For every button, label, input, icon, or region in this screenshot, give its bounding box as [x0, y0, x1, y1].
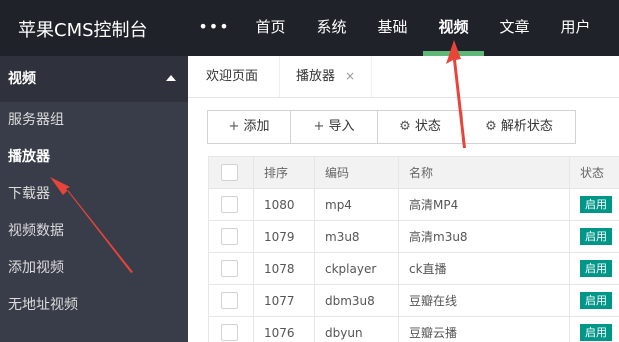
- cell-sort: 1080: [253, 188, 315, 221]
- cell-code: dbyun: [314, 316, 399, 342]
- gear-icon: ⚙: [485, 119, 497, 134]
- nav-basic[interactable]: 基础: [362, 0, 423, 56]
- cell-status: 启用: [569, 316, 619, 342]
- top-header: 苹果CMS控制台 ••• 首页 系统 基础 视频 文章 用户: [0, 0, 619, 56]
- tab-welcome[interactable]: 欢迎页面: [188, 56, 280, 97]
- table-row: 1078 ckplayer ck直播 启用: [208, 252, 619, 285]
- cell-sort: 1079: [253, 220, 315, 253]
- tab-player-label: 播放器: [296, 69, 336, 84]
- plus-icon: +: [228, 119, 240, 134]
- row-checkbox[interactable]: [221, 196, 238, 213]
- gear-icon: ⚙: [399, 119, 411, 134]
- add-button-label: 添加: [243, 119, 270, 134]
- cell-sort: 1076: [253, 316, 315, 342]
- select-all-checkbox-cell: [208, 156, 254, 189]
- more-icon[interactable]: •••: [188, 0, 240, 56]
- row-checkbox[interactable]: [221, 292, 238, 309]
- cell-code: dbm3u8: [314, 284, 399, 317]
- close-icon[interactable]: ×: [345, 69, 355, 83]
- status-badge[interactable]: 启用: [580, 260, 612, 277]
- sidebar-item-no-url-video[interactable]: 无地址视频: [0, 287, 188, 324]
- table-row: 1076 dbyun 豆瓣云播 启用: [208, 316, 619, 342]
- parse-status-button-label: 解析状态: [500, 119, 553, 134]
- row-checkbox[interactable]: [221, 228, 238, 245]
- status-badge[interactable]: 启用: [580, 196, 612, 213]
- status-badge[interactable]: 启用: [580, 292, 612, 309]
- status-button-label: 状态: [414, 119, 441, 134]
- plus-icon: +: [313, 119, 325, 134]
- cell-name: 高清m3u8: [398, 220, 570, 253]
- column-header-sort[interactable]: 排序: [253, 156, 315, 189]
- row-checkbox-cell: [208, 284, 254, 317]
- tab-bar: 欢迎页面 播放器 ×: [188, 56, 619, 98]
- sidebar-item-video-data[interactable]: 视频数据: [0, 213, 188, 250]
- cell-code: mp4: [314, 188, 399, 221]
- sidebar-section-label: 视频: [8, 71, 36, 87]
- sidebar-section-video[interactable]: 视频: [0, 56, 188, 102]
- status-badge[interactable]: 启用: [580, 324, 612, 341]
- tab-player[interactable]: 播放器 ×: [280, 56, 372, 97]
- status-badge[interactable]: 启用: [580, 228, 612, 245]
- row-checkbox-cell: [208, 188, 254, 221]
- status-button[interactable]: ⚙ 状态: [377, 110, 463, 144]
- row-checkbox-cell: [208, 316, 254, 342]
- player-table: 排序 编码 名称 状态 1080 mp4 高清MP4 启用 1079 m3u8 …: [208, 156, 619, 342]
- sidebar-item-add-video[interactable]: 添加视频: [0, 250, 188, 287]
- cell-status: 启用: [569, 220, 619, 253]
- nav-user[interactable]: 用户: [545, 0, 606, 56]
- cell-status: 启用: [569, 252, 619, 285]
- cell-name: 高清MP4: [398, 188, 570, 221]
- caret-up-icon: [166, 75, 176, 81]
- nav-system[interactable]: 系统: [301, 0, 362, 56]
- cell-status: 启用: [569, 284, 619, 317]
- column-header-status[interactable]: 状态: [569, 156, 619, 189]
- cell-code: m3u8: [314, 220, 399, 253]
- cell-sort: 1078: [253, 252, 315, 285]
- add-button[interactable]: + 添加: [207, 110, 291, 144]
- sidebar-item-player[interactable]: 播放器: [0, 139, 188, 176]
- table-row: 1080 mp4 高清MP4 启用: [208, 188, 619, 221]
- row-checkbox[interactable]: [221, 324, 238, 341]
- main-content: + 添加 + 导入 ⚙ 状态 ⚙ 解析状态 排序 编码 名称 状态 1080 mp4: [188, 98, 619, 342]
- cell-sort: 1077: [253, 284, 315, 317]
- cell-name: 豆瓣在线: [398, 284, 570, 317]
- cell-status: 启用: [569, 188, 619, 221]
- table-row: 1079 m3u8 高清m3u8 启用: [208, 220, 619, 253]
- column-header-code[interactable]: 编码: [314, 156, 399, 189]
- select-all-checkbox[interactable]: [221, 164, 238, 181]
- table-header-row: 排序 编码 名称 状态: [208, 156, 619, 189]
- nav-article[interactable]: 文章: [484, 0, 545, 56]
- row-checkbox[interactable]: [221, 260, 238, 277]
- top-nav: ••• 首页 系统 基础 视频 文章 用户: [188, 0, 606, 56]
- cell-code: ckplayer: [314, 252, 399, 285]
- import-button[interactable]: + 导入: [290, 110, 378, 144]
- row-checkbox-cell: [208, 220, 254, 253]
- column-header-name[interactable]: 名称: [398, 156, 570, 189]
- nav-home[interactable]: 首页: [240, 0, 301, 56]
- sidebar: 视频 服务器组 播放器 下载器 视频数据 添加视频 无地址视频: [0, 56, 188, 342]
- cell-name: 豆瓣云播: [398, 316, 570, 342]
- sidebar-item-server-group[interactable]: 服务器组: [0, 102, 188, 139]
- parse-status-button[interactable]: ⚙ 解析状态: [462, 110, 576, 144]
- sidebar-item-downloader[interactable]: 下载器: [0, 176, 188, 213]
- nav-video[interactable]: 视频: [423, 0, 484, 56]
- row-checkbox-cell: [208, 252, 254, 285]
- table-row: 1077 dbm3u8 豆瓣在线 启用: [208, 284, 619, 317]
- toolbar: + 添加 + 导入 ⚙ 状态 ⚙ 解析状态: [207, 110, 576, 144]
- app-title: 苹果CMS控制台: [18, 20, 148, 41]
- cell-name: ck直播: [398, 252, 570, 285]
- import-button-label: 导入: [328, 119, 355, 134]
